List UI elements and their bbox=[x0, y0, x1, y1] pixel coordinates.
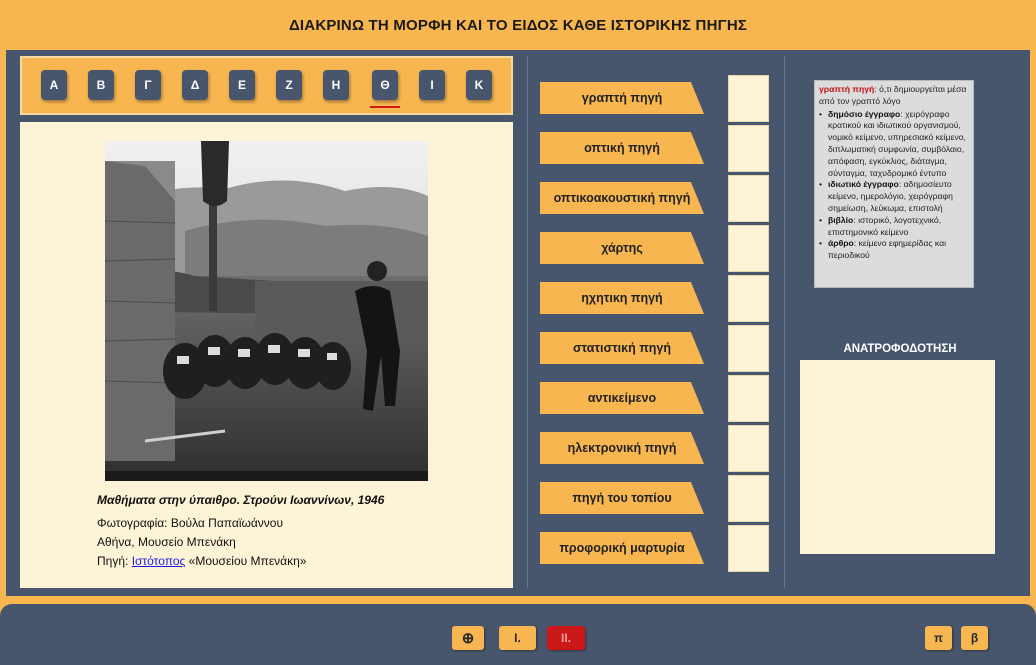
divider-left bbox=[527, 56, 528, 588]
letter-button-alpha[interactable]: Α bbox=[41, 70, 67, 100]
photo-panel: Μαθήματα στην ύπαιθρο. Στρούνι Ιωαννίνων… bbox=[20, 122, 513, 588]
source-type-map[interactable]: χάρτης bbox=[540, 232, 704, 264]
definition-item: βιβλίο: ιστορικό, λογοτεχνικό, επιστημον… bbox=[819, 215, 969, 239]
feedback-box bbox=[800, 360, 995, 554]
answer-slot[interactable] bbox=[728, 475, 769, 522]
photo-illustration bbox=[105, 141, 428, 481]
source-type-object[interactable]: αντικείμενο bbox=[540, 382, 704, 414]
answer-slot[interactable] bbox=[728, 525, 769, 572]
item-label: βιβλίο bbox=[828, 214, 854, 225]
source-link[interactable]: Ιστότοπος bbox=[132, 554, 186, 568]
source-type-audio[interactable]: ηχητικη πηγή bbox=[540, 282, 704, 314]
definition-item: δημόσιο έγγραφο: χειρόγραφο κρατικού και… bbox=[819, 109, 969, 180]
caption-source-suffix: «Μουσείου Μπενάκη» bbox=[185, 554, 307, 568]
letter-button-zeta[interactable]: Ζ bbox=[276, 70, 302, 100]
answer-slot[interactable] bbox=[728, 125, 769, 172]
caption-photographer: Φωτογραφία: Βούλα Παπαϊωάννου bbox=[97, 516, 284, 530]
item-label: άρθρο bbox=[828, 238, 854, 249]
feedback-title: ΑΝΑΤΡΟΦΟΔΟΤΗΣΗ bbox=[843, 343, 957, 355]
next-button[interactable]: β bbox=[961, 626, 988, 650]
title-bar: ΔΙΑΚΡΙΝΩ ΤΗ ΜΟΡΦΗ ΚΑΙ ΤΟ ΕΙΔΟΣ ΚΑΘΕ ΙΣΤΟ… bbox=[0, 0, 1036, 50]
letter-button-epsilon[interactable]: Ε bbox=[229, 70, 255, 100]
letter-button-delta[interactable]: Δ bbox=[182, 70, 208, 100]
caption-title: Μαθήματα στην ύπαιθρο. Στρούνι Ιωαννίνων… bbox=[97, 493, 385, 507]
answer-slot[interactable] bbox=[728, 425, 769, 472]
previous-button[interactable]: π bbox=[925, 626, 952, 650]
letter-button-theta[interactable]: Θ bbox=[370, 70, 400, 108]
caption-location: Αθήνα, Μουσείο Μπενάκη bbox=[97, 535, 236, 549]
historical-photo bbox=[105, 141, 428, 481]
definition-list: δημόσιο έγγραφο: χειρόγραφο κρατικού και… bbox=[819, 109, 969, 262]
answer-slot[interactable] bbox=[728, 375, 769, 422]
letter-button-eta[interactable]: Η bbox=[323, 70, 349, 100]
zoom-button[interactable]: ⊕ bbox=[452, 626, 484, 650]
definition-term: γραπτή πηγή bbox=[819, 84, 875, 94]
letter-selector: Α Β Γ Δ Ε Ζ Η Θ Ι Κ bbox=[20, 56, 513, 115]
answer-slot[interactable] bbox=[728, 275, 769, 322]
bottom-toolbar: ⊕ I. II. π β bbox=[0, 604, 1036, 665]
definition-item: άρθρο: κείμενο εφημερίδας και περιοδικού bbox=[819, 238, 969, 262]
divider-right bbox=[784, 56, 785, 588]
letter-button-beta[interactable]: Β bbox=[88, 70, 114, 100]
answer-slot[interactable] bbox=[728, 225, 769, 272]
definition-item: ιδιωτικό έγγραφο: αδημοσίευτο κείμενο, η… bbox=[819, 179, 969, 214]
page-title: ΔΙΑΚΡΙΝΩ ΤΗ ΜΟΡΦΗ ΚΑΙ ΤΟ ΕΙΔΟΣ ΚΑΘΕ ΙΣΤΟ… bbox=[288, 16, 748, 34]
answer-slot[interactable] bbox=[728, 175, 769, 222]
letter-button-iota[interactable]: Ι bbox=[419, 70, 445, 100]
item-label: ιδιωτικό έγγραφο bbox=[828, 179, 899, 190]
answer-slot[interactable] bbox=[728, 75, 769, 122]
caption-source: Πηγή: Ιστότοπος «Μουσείου Μπενάκη» bbox=[97, 554, 306, 568]
zoom-icon: ⊕ bbox=[461, 630, 475, 647]
source-type-statistical[interactable]: στατιστική πηγή bbox=[540, 332, 704, 364]
source-type-landscape[interactable]: πηγή του τοπίου bbox=[540, 482, 704, 514]
main-panel: Α Β Γ Δ Ε Ζ Η Θ Ι Κ Μαθήματα στην ύπαιθρ… bbox=[6, 50, 1030, 596]
source-type-visual[interactable]: οπτική πηγή bbox=[540, 132, 704, 164]
source-type-oral[interactable]: προφορική μαρτυρία bbox=[540, 532, 704, 564]
item-label: δημόσιο έγγραφο bbox=[828, 108, 901, 119]
source-type-audiovisual[interactable]: οπτικοακουστική πηγή bbox=[540, 182, 704, 214]
source-type-written[interactable]: γραπτή πηγή bbox=[540, 82, 704, 114]
source-type-electronic[interactable]: ηλεκτρονική πηγή bbox=[540, 432, 704, 464]
letter-button-gamma[interactable]: Γ bbox=[135, 70, 161, 100]
part-two-button[interactable]: II. bbox=[547, 626, 585, 650]
answer-slot[interactable] bbox=[728, 325, 769, 372]
letter-button-kappa[interactable]: Κ bbox=[466, 70, 492, 100]
part-one-button[interactable]: I. bbox=[499, 626, 536, 650]
caption-source-prefix: Πηγή: bbox=[97, 554, 132, 568]
definition-box: γραπτή πηγή: ό,τι δημιουργείται μέσα από… bbox=[814, 80, 974, 288]
